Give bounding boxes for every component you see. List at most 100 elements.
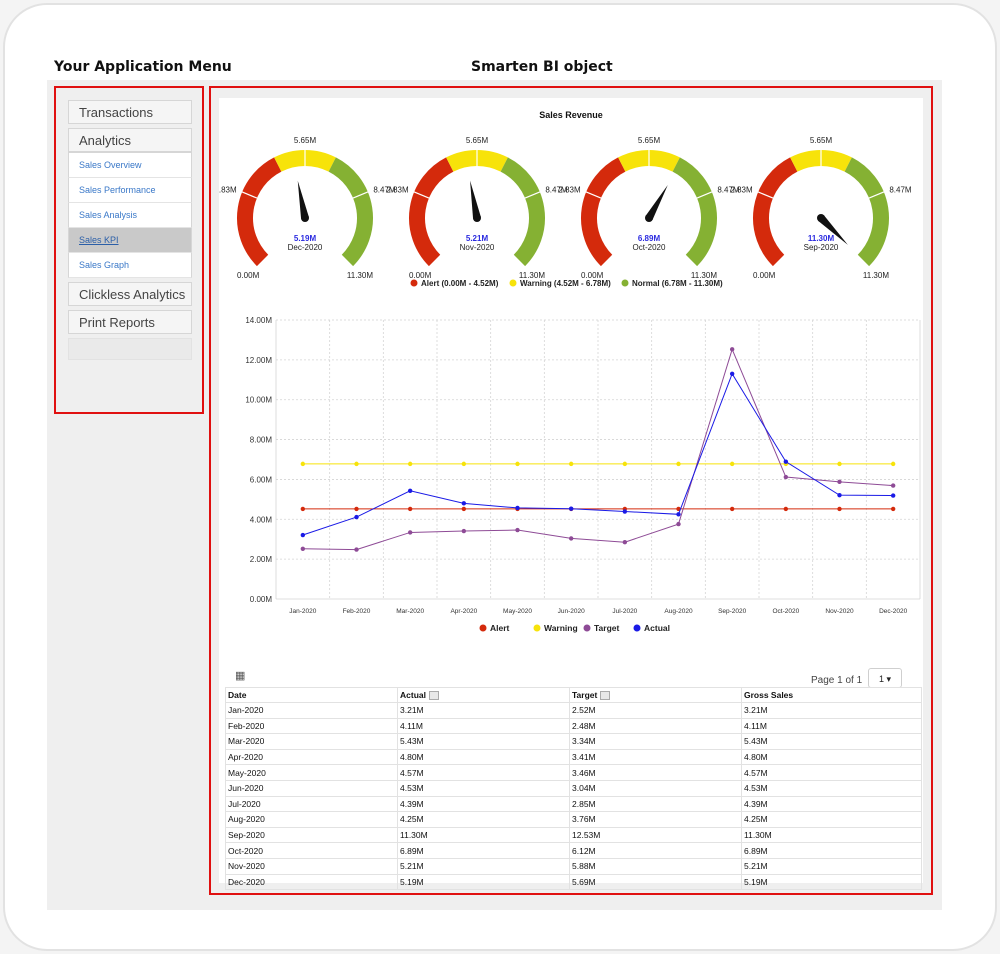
chart-legend-label: Alert — [490, 623, 510, 633]
gauge-band — [237, 157, 282, 267]
page-select[interactable]: 1 ▾ — [868, 668, 902, 688]
table-row: Nov-2020 5.21M 5.88M 5.21M — [225, 857, 922, 875]
col-actual[interactable]: Actual — [397, 687, 570, 703]
x-tick-label: Mar-2020 — [396, 608, 424, 615]
calculator-icon[interactable] — [600, 691, 611, 701]
data-point[interactable] — [676, 521, 681, 527]
data-point[interactable] — [354, 514, 359, 520]
table-row: Mar-2020 5.43M 3.34M 5.43M — [225, 733, 922, 750]
data-point[interactable] — [729, 461, 735, 467]
menu-sales-performance[interactable]: Sales Performance — [68, 178, 192, 203]
data-point[interactable] — [461, 501, 467, 506]
data-point[interactable] — [729, 506, 735, 512]
chart-legend-item[interactable]: Alert — [479, 623, 510, 633]
gauge-tick-label: 5.65M — [810, 136, 833, 145]
data-point[interactable] — [407, 488, 413, 493]
data-point[interactable] — [568, 506, 574, 511]
data-point[interactable] — [676, 461, 681, 467]
table-cell: 4.39M — [397, 795, 570, 813]
table-cell: 3.34M — [569, 733, 742, 750]
data-point[interactable] — [300, 461, 306, 467]
data-point[interactable] — [890, 461, 896, 467]
gauge-pivot — [301, 214, 309, 222]
data-point[interactable] — [622, 509, 628, 514]
data-point[interactable] — [300, 532, 306, 538]
data-point[interactable] — [407, 461, 413, 467]
data-point[interactable] — [568, 461, 574, 467]
menu-print-reports[interactable]: Print Reports — [68, 310, 192, 334]
data-point[interactable] — [515, 461, 520, 467]
data-point[interactable] — [300, 546, 306, 551]
data-point[interactable] — [407, 506, 413, 512]
data-point[interactable] — [461, 506, 467, 512]
col-date[interactable]: Date — [225, 687, 398, 703]
data-point[interactable] — [729, 371, 735, 377]
menu-transactions[interactable]: Transactions — [68, 100, 192, 124]
gauge-legend-item[interactable]: Alert (0.00M - 4.52M) — [410, 279, 499, 288]
table-cell: 6.89M — [741, 842, 922, 859]
calculator-icon[interactable] — [428, 691, 439, 701]
data-point[interactable] — [354, 547, 359, 552]
grid-view-icon[interactable]: ▦ — [235, 671, 246, 682]
menu-sales-graph[interactable]: Sales Graph — [68, 253, 192, 278]
chart-legend-item[interactable]: Actual — [633, 623, 670, 633]
data-point[interactable] — [461, 461, 467, 467]
menu-analytics[interactable]: Analytics — [68, 128, 192, 152]
table-cell: Jan-2020 — [225, 702, 398, 719]
data-point[interactable] — [890, 506, 896, 512]
menu-sales-analysis[interactable]: Sales Analysis — [68, 203, 192, 228]
data-point[interactable] — [837, 479, 842, 485]
data-table: Date Actual Target Gross Sales Jan-2020 3… — [225, 687, 922, 891]
col-gross-sales[interactable]: Gross Sales — [741, 687, 922, 703]
data-point[interactable] — [783, 459, 789, 464]
data-point[interactable] — [783, 474, 789, 480]
y-tick-label: 4.00M — [250, 515, 273, 524]
data-point[interactable] — [407, 530, 413, 535]
chart-legend-item[interactable]: Warning — [533, 623, 578, 633]
data-point[interactable] — [515, 527, 520, 533]
table-cell: Dec-2020 — [225, 873, 398, 891]
table-cell: 6.12M — [569, 842, 742, 859]
table-cell: 5.88M — [569, 857, 742, 875]
chart-legend-label: Actual — [644, 623, 670, 633]
data-point[interactable] — [461, 528, 467, 534]
data-point[interactable] — [890, 483, 896, 488]
line-chart: 0.00M 2.00M 4.00M 6.00M 8.00M 10.00M 12.00M 14.… — [245, 316, 921, 633]
analytics-submenu: Sales Overview Sales Performance Sales A… — [68, 152, 192, 278]
y-tick-label: 10.00M — [245, 396, 272, 405]
data-point[interactable] — [300, 506, 306, 512]
gauge-legend-item[interactable]: Warning (4.52M - 6.78M) — [509, 279, 612, 288]
col-target-label: Target — [572, 689, 598, 700]
application-menu-box: Transactions Analytics Sales Overview Sa… — [54, 86, 204, 414]
y-tick-label: 12.00M — [245, 356, 272, 365]
data-point[interactable] — [568, 536, 574, 541]
data-point[interactable] — [622, 540, 628, 545]
data-point[interactable] — [783, 506, 789, 512]
data-point[interactable] — [676, 512, 681, 517]
gauge-legend-item[interactable]: Normal (6.78M - 11.30M) — [621, 279, 724, 288]
data-point[interactable] — [837, 506, 842, 512]
menu-clickless-analytics[interactable]: Clickless Analytics — [68, 282, 192, 306]
data-point[interactable] — [354, 461, 359, 467]
table-cell: Jun-2020 — [225, 779, 398, 797]
data-point[interactable] — [354, 506, 359, 512]
gauge-band — [672, 157, 717, 267]
x-tick-label: Oct-2020 — [772, 608, 799, 615]
menu-sales-kpi[interactable]: Sales KPI — [68, 228, 192, 253]
page-select-value: 1 — [878, 674, 884, 684]
data-point[interactable] — [837, 492, 842, 498]
table-cell: Sep-2020 — [225, 826, 398, 844]
table-cell: 6.89M — [397, 842, 570, 859]
data-point[interactable] — [622, 461, 628, 467]
table-cell: 4.57M — [741, 764, 922, 781]
data-point[interactable] — [515, 505, 520, 511]
col-target[interactable]: Target — [569, 687, 742, 703]
table-cell: 2.85M — [569, 795, 742, 813]
data-point[interactable] — [729, 347, 735, 352]
chart-legend-label: Warning — [544, 623, 578, 633]
data-point[interactable] — [890, 493, 896, 498]
gauge-tick-label: 5.65M — [294, 136, 317, 145]
data-point[interactable] — [837, 461, 842, 467]
menu-sales-overview[interactable]: Sales Overview — [68, 153, 192, 178]
chart-legend-item[interactable]: Target — [583, 623, 620, 633]
